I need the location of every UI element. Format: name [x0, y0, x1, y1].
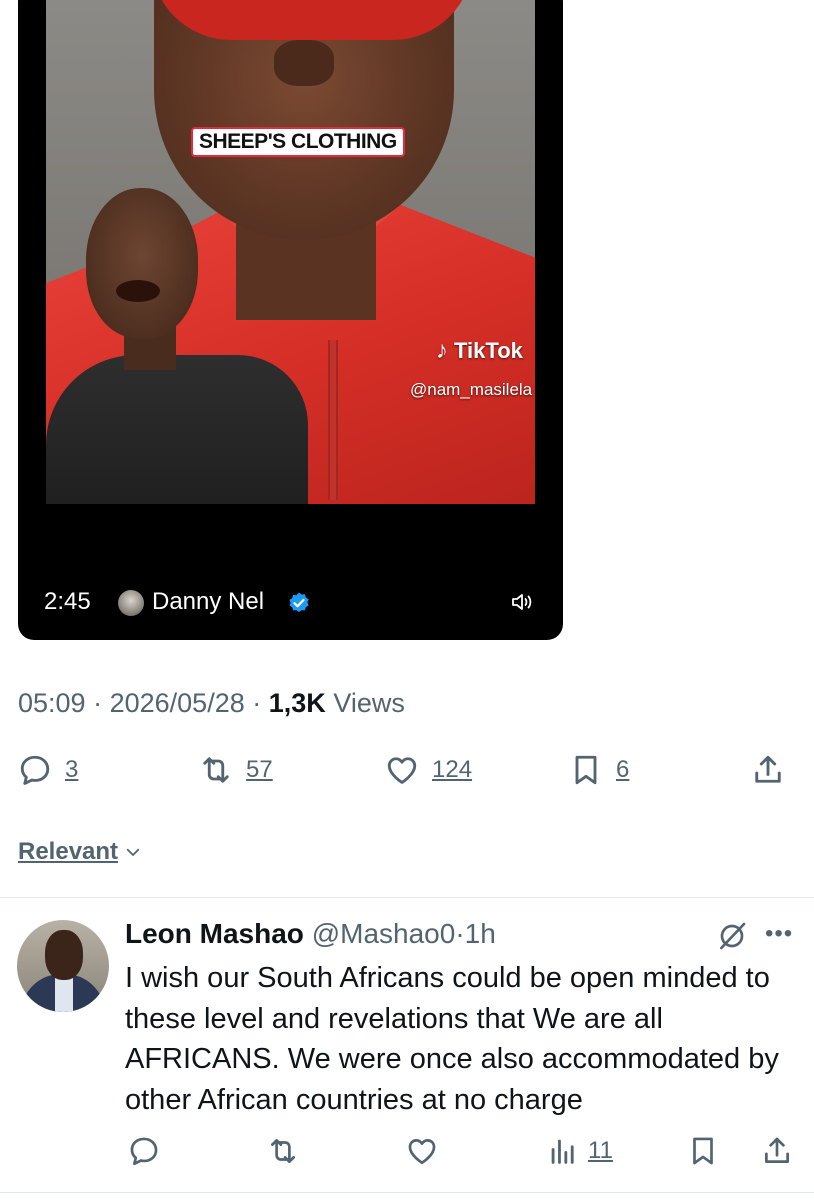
avatar-figure-head	[45, 930, 83, 980]
repost-icon	[203, 757, 229, 783]
like-count[interactable]: 124	[432, 756, 472, 784]
channel-name: Danny Nel	[152, 588, 265, 615]
heart-icon	[408, 1139, 436, 1165]
video-figure-nose	[274, 40, 334, 86]
meta-separator: ·	[455, 918, 465, 949]
reply-author-name[interactable]: Leon Mashao	[125, 918, 304, 949]
reply-header: Leon Mashao @Mashao0·1h	[125, 918, 496, 950]
chevron-down-icon	[126, 848, 140, 856]
like-button[interactable]: 124	[384, 752, 472, 788]
heart-icon	[387, 757, 417, 784]
tweet-date: 2026/05/28	[109, 688, 245, 718]
divider	[0, 1192, 814, 1193]
share-icon	[755, 755, 781, 783]
analytics-icon	[551, 1139, 574, 1164]
bookmark-count[interactable]: 6	[616, 756, 629, 784]
meta-separator: ·	[252, 688, 269, 718]
tiktok-logo-icon: ♪	[436, 337, 448, 364]
video-duration: 2:45	[44, 588, 91, 615]
tweet-time: 05:09	[18, 688, 86, 718]
bookmark-icon	[693, 1137, 713, 1165]
channel-avatar	[118, 590, 144, 616]
repost-count[interactable]: 57	[246, 756, 273, 784]
tweet-meta: 05:09 · 2026/05/28 · 1,3K Views	[18, 688, 405, 719]
divider	[0, 897, 814, 898]
views-button[interactable]: 11	[546, 1134, 613, 1168]
reply-action-bar: 11	[0, 1134, 814, 1174]
repost-button[interactable]: 57	[198, 752, 273, 788]
more-options-icon[interactable]: •••	[765, 920, 793, 948]
tweet-action-bar: 3 57 124 6	[0, 752, 814, 796]
reply-icon	[130, 1137, 158, 1166]
share-icon	[765, 1137, 789, 1163]
creator-head	[86, 188, 198, 338]
video-figure-zipper	[328, 340, 338, 500]
reply-button[interactable]	[127, 1134, 161, 1168]
reply-sort-label[interactable]: Relevant	[18, 838, 118, 866]
reply-author-handle[interactable]: @Mashao0	[312, 918, 456, 949]
video-creator-cutout	[46, 150, 308, 504]
like-button[interactable]	[405, 1134, 439, 1168]
reply-icon	[20, 755, 50, 785]
bookmark-button[interactable]	[686, 1134, 720, 1168]
bookmark-button[interactable]: 6	[568, 752, 629, 788]
creator-body	[46, 355, 308, 504]
repost-icon	[271, 1139, 295, 1163]
reply-count[interactable]: 3	[65, 756, 78, 784]
video-player[interactable]: SHEEP'S CLOTHING ♪ TikTok @nam_masilela …	[18, 0, 563, 640]
tweet-views-count[interactable]: 1,3K	[269, 688, 326, 718]
reply-button[interactable]: 3	[17, 752, 78, 788]
tiktok-watermark: ♪ TikTok	[436, 337, 523, 365]
speaker-icon[interactable]	[510, 591, 534, 613]
reply-views-count[interactable]: 11	[588, 1137, 613, 1165]
video-frame: SHEEP'S CLOTHING ♪ TikTok @nam_masilela	[46, 0, 535, 504]
avatar-figure-shirt	[55, 976, 73, 1012]
reply-text: I wish our South Africans could be open …	[125, 962, 779, 1116]
meta-separator: ·	[93, 688, 110, 718]
tiktok-brand: TikTok	[454, 338, 523, 363]
grok-icon[interactable]	[716, 920, 748, 952]
share-button[interactable]	[750, 752, 786, 788]
bookmark-icon	[575, 755, 597, 785]
share-button[interactable]	[760, 1134, 794, 1168]
reply-sort-dropdown[interactable]: Relevant	[18, 838, 142, 866]
video-info-bar: 2:45 Danny Nel	[18, 582, 563, 622]
reply-timestamp[interactable]: 1h	[465, 918, 496, 949]
verified-badge-icon	[289, 592, 309, 613]
repost-button[interactable]	[266, 1134, 300, 1168]
avatar[interactable]	[17, 920, 109, 1012]
tiktok-handle: @nam_masilela	[410, 380, 533, 399]
creator-mouth	[116, 280, 160, 302]
tweet-views-label: Views	[333, 688, 405, 718]
